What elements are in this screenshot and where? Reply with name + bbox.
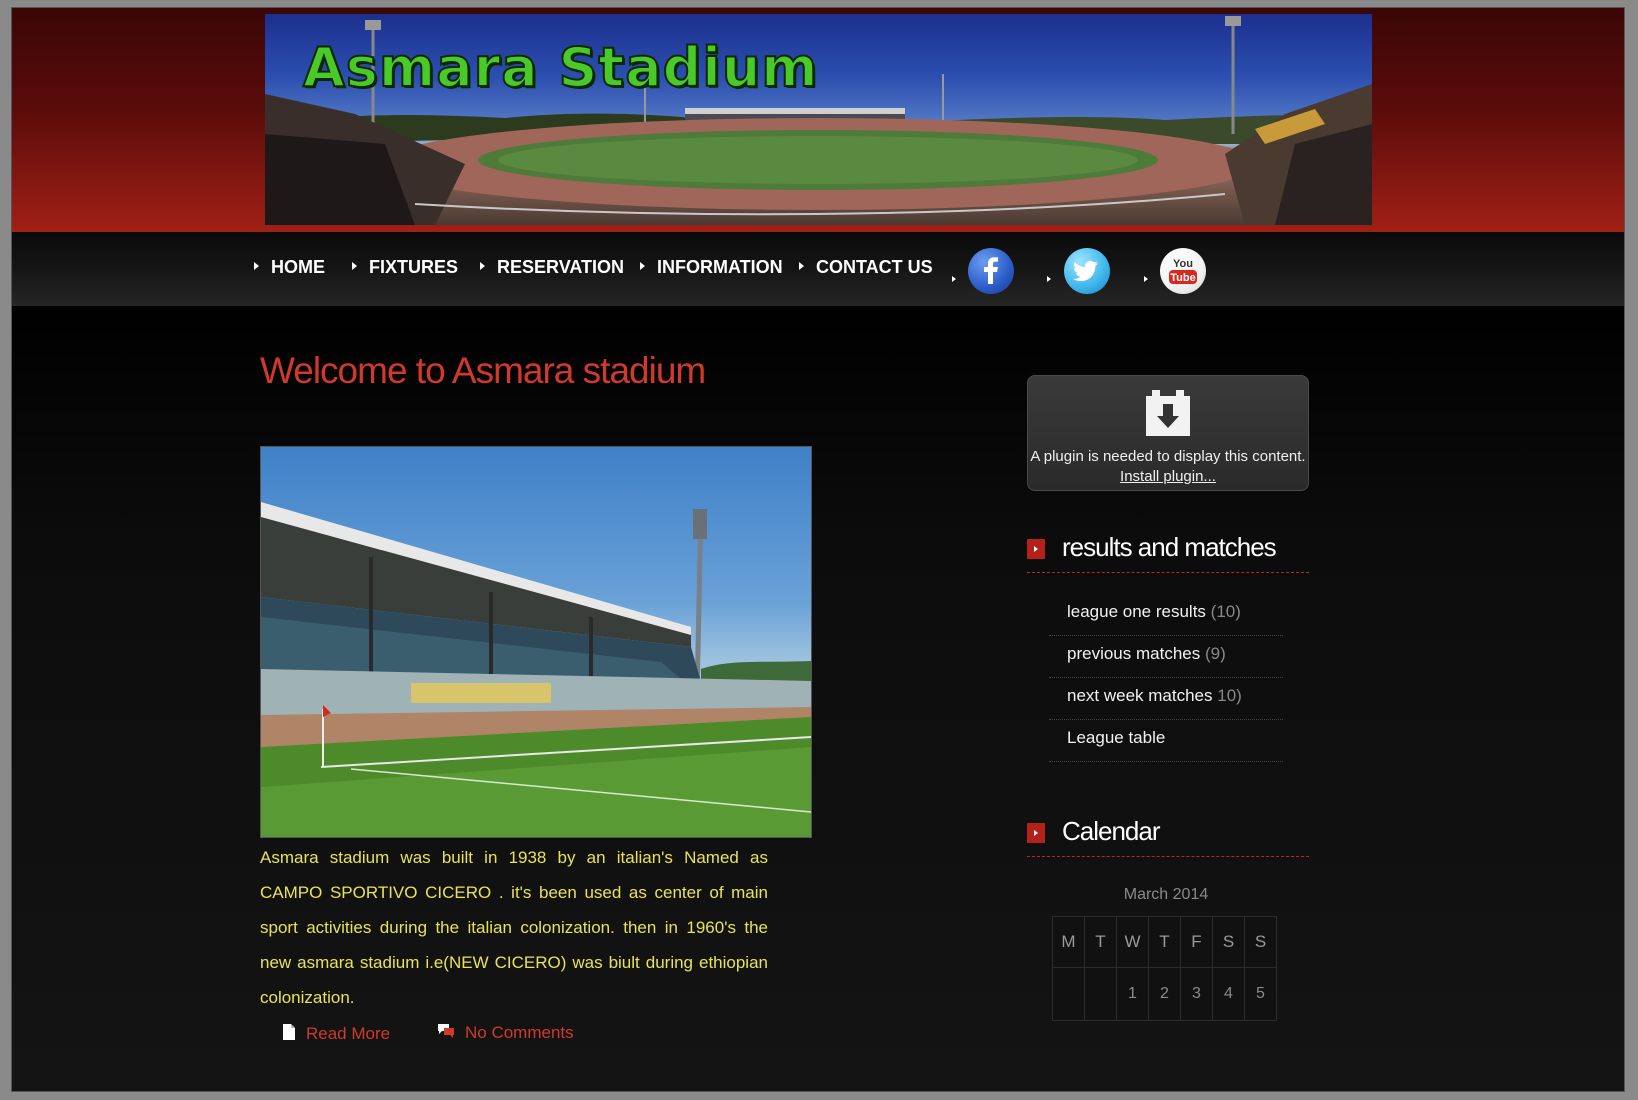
- nav-label: HOME: [271, 257, 325, 277]
- list-item-label: League table: [1067, 728, 1166, 747]
- document-icon: [282, 1023, 296, 1046]
- youtube-you-text: You: [1173, 258, 1193, 270]
- list-item-label: next week matches 10): [1067, 686, 1242, 705]
- browser-viewport: Asmara Stadium HOME FIXTURES RESERVATION…: [12, 8, 1624, 1091]
- widget-bullet-icon: [1027, 823, 1045, 843]
- plugin-download-icon: [1144, 390, 1192, 443]
- main-content: Welcome to Asmara stadium Asmara stadium…: [12, 306, 1624, 1091]
- calendar-weekday: M: [1052, 916, 1085, 968]
- nav-item-reservation[interactable]: RESERVATION: [480, 256, 624, 278]
- twitter-bird-glyph: [1073, 260, 1098, 282]
- calendar-weekday: S: [1212, 916, 1245, 968]
- header-banner: Asmara Stadium: [265, 14, 1372, 225]
- plugin-message: A plugin is needed to display this conte…: [1030, 448, 1306, 465]
- list-item-label: league one results (10): [1067, 602, 1241, 621]
- twitter-icon[interactable]: [1064, 248, 1110, 294]
- calendar-weekday: T: [1148, 916, 1181, 968]
- calendar-caption: March 2014: [1123, 886, 1209, 903]
- comments-label: No Comments: [465, 1023, 574, 1042]
- calendar-day[interactable]: 3: [1180, 967, 1213, 1021]
- calendar-day[interactable]: 2: [1148, 967, 1181, 1021]
- nav-item-home[interactable]: HOME: [254, 256, 325, 278]
- calendar-day[interactable]: 5: [1244, 967, 1277, 1021]
- post-body: Asmara stadium was built in 1938 by an i…: [260, 848, 768, 1007]
- nav-label: INFORMATION: [657, 257, 783, 277]
- nav-item-fixtures[interactable]: FIXTURES: [352, 256, 458, 278]
- calendar-weekday: F: [1180, 916, 1213, 968]
- stadium-photo: [260, 446, 812, 838]
- list-item-league-table[interactable]: League table: [1049, 720, 1283, 762]
- calendar-empty-cell: [1052, 967, 1085, 1021]
- list-item-label: previous matches (9): [1067, 644, 1226, 663]
- nav-item-information[interactable]: INFORMATION: [640, 256, 783, 278]
- site-title: Asmara Stadium: [302, 35, 819, 100]
- list-item-next-week-matches[interactable]: next week matches 10): [1049, 678, 1283, 720]
- calendar-table: M T W T F S S 1 2 3 4 5: [1052, 916, 1277, 1021]
- calendar-weekday: S: [1244, 916, 1277, 968]
- youtube-glyph: You Tube: [1169, 258, 1197, 284]
- post-title[interactable]: Welcome to Asmara stadium: [260, 350, 706, 392]
- facebook-icon[interactable]: [968, 248, 1014, 294]
- nav-item-contact-us[interactable]: CONTACT US: [799, 256, 933, 278]
- nav-arrow-icon: [640, 262, 645, 271]
- nav-arrow-icon: [799, 262, 804, 271]
- nav-arrow-icon: [1144, 276, 1148, 282]
- calendar-weekday: W: [1116, 916, 1149, 968]
- nav-arrow-icon: [952, 276, 956, 282]
- calendar-empty-cell: [1084, 967, 1117, 1021]
- nav-arrow-icon: [1047, 276, 1051, 282]
- youtube-tube-text: Tube: [1170, 272, 1195, 284]
- facebook-glyph: [984, 257, 998, 284]
- site-header: Asmara Stadium: [12, 8, 1624, 232]
- comments-link[interactable]: No Comments: [437, 1023, 574, 1044]
- comments-icon: [437, 1023, 455, 1044]
- calendar-day[interactable]: 1: [1116, 967, 1149, 1021]
- read-more-label: Read More: [306, 1023, 391, 1043]
- nav-arrow-icon: [254, 262, 259, 271]
- calendar-widget-header: Calendar: [1027, 816, 1309, 857]
- results-widget-header: results and matches: [1027, 532, 1309, 573]
- stadium-photo-image: [261, 502, 811, 837]
- nav-label: RESERVATION: [497, 257, 625, 277]
- install-plugin-link[interactable]: Install plugin...: [1028, 468, 1308, 485]
- calendar-weekday: T: [1084, 916, 1117, 968]
- nav-label: FIXTURES: [369, 257, 459, 277]
- list-item-league-one-results[interactable]: league one results (10): [1049, 594, 1283, 636]
- calendar-widget-title: Calendar: [1062, 816, 1161, 846]
- widget-bullet-icon: [1027, 539, 1045, 559]
- calendar-weekday-row: M T W T F S S: [1052, 916, 1277, 968]
- nav-arrow-icon: [480, 262, 485, 271]
- calendar-day[interactable]: 4: [1212, 967, 1245, 1021]
- list-item-previous-matches[interactable]: previous matches (9): [1049, 636, 1283, 678]
- read-more-link[interactable]: Read More: [282, 1023, 390, 1046]
- plugin-placeholder[interactable]: A plugin is needed to display this conte…: [1027, 375, 1309, 491]
- results-widget-title: results and matches: [1062, 532, 1277, 562]
- youtube-icon[interactable]: You Tube: [1160, 248, 1206, 294]
- nav-arrow-icon: [352, 262, 357, 271]
- calendar-week-row: 1 2 3 4 5: [1052, 967, 1277, 1021]
- main-navigation: HOME FIXTURES RESERVATION INFORMATION CO…: [12, 232, 1624, 306]
- nav-label: CONTACT US: [816, 257, 933, 277]
